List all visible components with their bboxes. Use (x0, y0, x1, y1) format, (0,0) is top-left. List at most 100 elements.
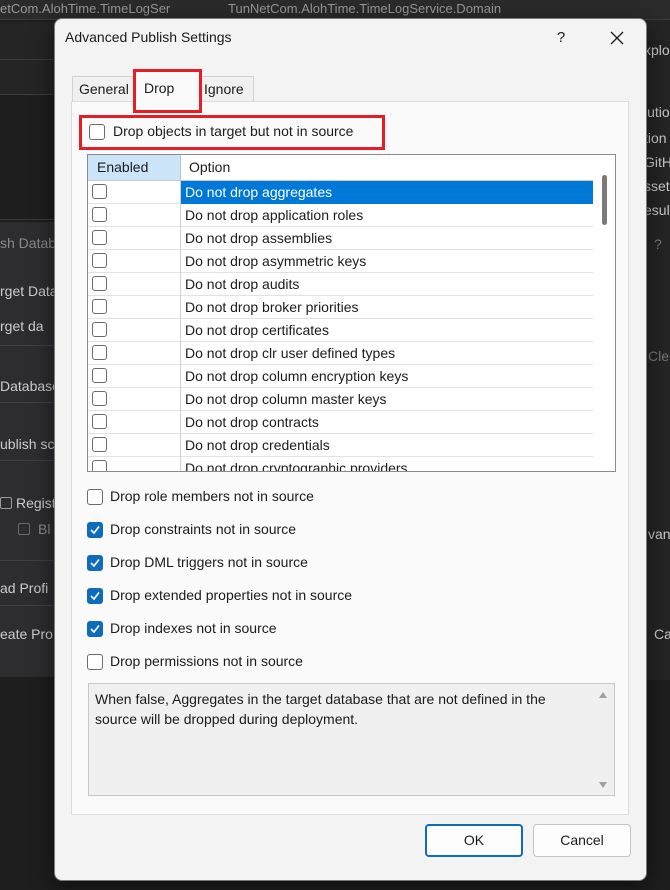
option-label: Drop DML triggers not in source (110, 554, 308, 570)
ide-left-label: ublish sc (0, 436, 55, 452)
check-icon (90, 526, 100, 535)
drop-options-grid: Enabled Option Do not drop aggregates Do … (87, 154, 616, 472)
ide-right-label[interactable]: Ca (654, 626, 670, 642)
grid-row[interactable]: Do not drop column encryption keys (88, 365, 593, 388)
grid-row[interactable]: Do not drop audits (88, 273, 593, 296)
tab-ignore[interactable]: Ignore (197, 76, 254, 102)
ide-divider (0, 402, 60, 403)
ide-tab[interactable]: etCom.AlohTime.TimeLogSer (0, 0, 210, 20)
grid-row[interactable]: Do not drop cryptographic providers (88, 457, 593, 471)
grid-rows: Do not drop aggregates Do not drop applic… (88, 181, 593, 471)
cancel-button[interactable]: Cancel (533, 824, 631, 857)
enabled-checkbox[interactable] (92, 230, 107, 245)
drop-objects-label: Drop objects in target but not in source (113, 123, 354, 139)
ide-right-label[interactable]: van (648, 526, 670, 542)
grid-row[interactable]: Do not drop contracts (88, 411, 593, 434)
scroll-down-icon[interactable] (598, 780, 608, 790)
ide-left-label: rget da (0, 318, 44, 334)
option-label: Drop extended properties not in source (110, 587, 353, 603)
ok-button[interactable]: OK (425, 824, 523, 857)
scroll-up-icon[interactable] (598, 690, 608, 700)
description-text: When false, Aggregates in the target dat… (95, 691, 546, 727)
option-cell: Do not drop application roles (181, 204, 593, 227)
enabled-checkbox[interactable] (92, 391, 107, 406)
ide-left-label: sh Datab (0, 235, 57, 251)
grid-row[interactable]: Do not drop aggregates (88, 181, 593, 204)
option-checkbox[interactable] (87, 489, 103, 505)
ide-checkbox[interactable] (18, 523, 30, 535)
enabled-checkbox[interactable] (92, 414, 107, 429)
check-icon (90, 625, 100, 634)
grid-scrollbar[interactable] (595, 155, 615, 471)
grid-row[interactable]: Do not drop assemblies (88, 227, 593, 250)
column-header-enabled[interactable]: Enabled (88, 155, 181, 181)
dialog-title: Advanced Publish Settings (65, 29, 232, 45)
option-checkbox[interactable] (87, 621, 103, 637)
enabled-checkbox[interactable] (92, 207, 107, 222)
tab-general[interactable]: General (72, 76, 134, 102)
ide-left-label[interactable]: ad Profi (0, 580, 48, 596)
option-cell: Do not drop clr user defined types (181, 342, 593, 365)
enabled-checkbox[interactable] (92, 276, 107, 291)
close-button[interactable] (599, 23, 635, 53)
ide-left-label: Database (0, 378, 60, 394)
enabled-checkbox[interactable] (92, 437, 107, 452)
dialog-titlebar: Advanced Publish Settings ? (55, 19, 646, 59)
tab-drop-label: Drop (144, 80, 175, 96)
option-label: Drop constraints not in source (110, 521, 296, 537)
option-cell: Do not drop column encryption keys (181, 365, 593, 388)
ide-tab-bar: etCom.AlohTime.TimeLogSer TunNetCom.Aloh… (0, 0, 670, 20)
option-checkbox[interactable] (87, 555, 103, 571)
ide-left-strip (0, 22, 60, 60)
check-icon (90, 592, 100, 601)
option-cell: Do not drop audits (181, 273, 593, 296)
enabled-cell (88, 250, 181, 273)
drop-objects-checkbox[interactable] (89, 124, 105, 140)
ide-divider (0, 560, 60, 561)
grid-row[interactable]: Do not drop credentials (88, 434, 593, 457)
ide-help-icon[interactable]: ? (654, 236, 662, 252)
ide-divider (0, 460, 60, 461)
enabled-checkbox[interactable] (92, 322, 107, 337)
option-cell: Do not drop asymmetric keys (181, 250, 593, 273)
option-cell: Do not drop cryptographic providers (181, 457, 593, 471)
enabled-checkbox[interactable] (92, 184, 107, 199)
enabled-cell (88, 296, 181, 319)
enabled-checkbox[interactable] (92, 253, 107, 268)
enabled-cell (88, 457, 181, 471)
enabled-cell (88, 181, 181, 204)
option-label: Drop indexes not in source (110, 620, 277, 636)
grid-scrollbar-thumb[interactable] (602, 175, 607, 225)
option-cell: Do not drop credentials (181, 434, 593, 457)
ide-right-label[interactable]: Cle (648, 348, 669, 364)
ide-left-strip (0, 60, 60, 95)
ide-right-label: sset (644, 178, 670, 194)
column-header-option[interactable]: Option (181, 155, 593, 181)
option-cell: Do not drop certificates (181, 319, 593, 342)
tab-drop[interactable]: Drop (133, 69, 202, 113)
grid-row[interactable]: Do not drop application roles (88, 204, 593, 227)
ide-left-label[interactable]: eate Pro (0, 626, 53, 642)
grid-row[interactable]: Do not drop broker priorities (88, 296, 593, 319)
option-cell: Do not drop column master keys (181, 388, 593, 411)
grid-row[interactable]: Do not drop column master keys (88, 388, 593, 411)
enabled-cell (88, 319, 181, 342)
enabled-checkbox[interactable] (92, 299, 107, 314)
enabled-cell (88, 388, 181, 411)
option-checkbox[interactable] (87, 522, 103, 538)
option-cell: Do not drop assemblies (181, 227, 593, 250)
enabled-checkbox[interactable] (92, 345, 107, 360)
ide-right-label: tion (644, 130, 667, 146)
description-box: When false, Aggregates in the target dat… (88, 683, 615, 796)
grid-row[interactable]: Do not drop certificates (88, 319, 593, 342)
ide-tab[interactable]: TunNetCom.AlohTime.TimeLogService.Domain (228, 0, 563, 20)
option-checkbox[interactable] (87, 654, 103, 670)
grid-row[interactable]: Do not drop asymmetric keys (88, 250, 593, 273)
ide-checkbox[interactable] (0, 497, 12, 509)
enabled-checkbox[interactable] (92, 460, 107, 471)
enabled-cell (88, 411, 181, 434)
grid-row[interactable]: Do not drop clr user defined types (88, 342, 593, 365)
enabled-checkbox[interactable] (92, 368, 107, 383)
option-checkbox[interactable] (87, 588, 103, 604)
help-button[interactable]: ? (543, 23, 579, 53)
